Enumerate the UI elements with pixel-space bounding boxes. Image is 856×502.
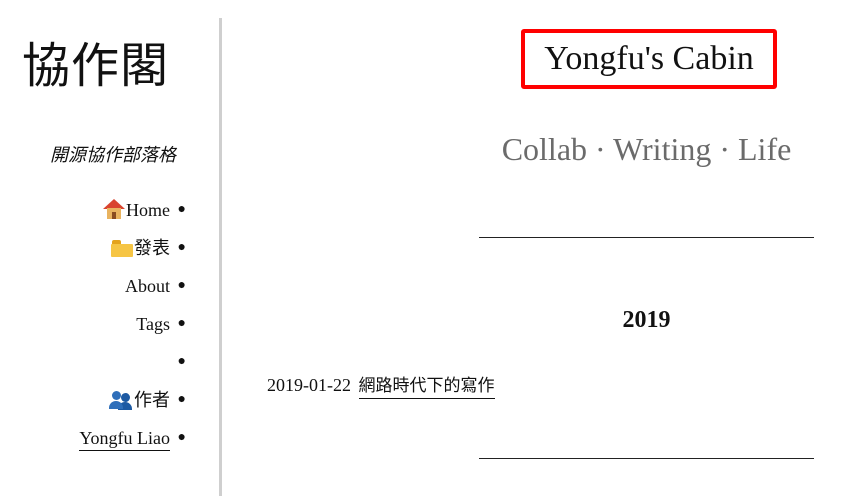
list-bullet: ● [177, 278, 186, 293]
sidebar-nav: Home ● 發表 ● About ● Tags ● ● 作者 ● Yongfu… [79, 196, 186, 462]
nav-link-home[interactable]: Home [103, 199, 170, 220]
site-tagline: 開源協作部落格 [50, 145, 176, 166]
nav-link-tags[interactable]: Tags [136, 314, 170, 334]
sidebar-divider [219, 18, 222, 496]
divider-bottom [479, 458, 814, 459]
nav-item-home[interactable]: Home ● [79, 196, 186, 234]
post-date: 2019-01-22 [267, 375, 351, 395]
nav-item-tags[interactable]: Tags ● [79, 310, 186, 348]
nav-link-author[interactable]: 作者 [109, 390, 170, 411]
nav-link-about[interactable]: About [125, 276, 170, 296]
post-list-item: 2019-01-22 網路時代下的寫作 [267, 372, 495, 399]
divider-top [479, 237, 814, 238]
list-bullet: ● [177, 202, 186, 217]
list-bullet: ● [177, 354, 186, 369]
nav-label-home: Home [126, 200, 170, 220]
site-title[interactable]: Yongfu's Cabin [544, 37, 754, 81]
nav-item-author[interactable]: 作者 ● [79, 386, 186, 424]
people-icon [109, 390, 133, 410]
site-logo[interactable]: 協作閣 [22, 34, 169, 98]
list-bullet: ● [177, 316, 186, 331]
site-subtitle: Collab · Writing · Life [501, 131, 792, 167]
nav-item-about[interactable]: About ● [79, 272, 186, 310]
folder-icon [111, 240, 133, 257]
post-title-link[interactable]: 網路時代下的寫作 [358, 376, 495, 399]
archive-year-heading: 2019 [622, 307, 671, 333]
list-bullet: ● [177, 240, 186, 255]
nav-item-posts[interactable]: 發表 ● [79, 234, 186, 272]
sidebar: 協作閣 開源協作部落格 Home ● 發表 ● About ● Tags ● ●… [0, 0, 220, 502]
list-bullet: ● [177, 392, 186, 407]
nav-label-author: 作者 [134, 390, 170, 411]
nav-link-profile[interactable]: Yongfu Liao [79, 428, 170, 451]
nav-label-posts: 發表 [134, 238, 170, 259]
nav-item-profile[interactable]: Yongfu Liao ● [79, 424, 186, 462]
list-bullet: ● [177, 430, 186, 445]
site-title-highlight: Yongfu's Cabin [521, 29, 777, 89]
nav-link-posts[interactable]: 發表 [111, 238, 170, 259]
house-icon [103, 199, 125, 219]
nav-item-empty: ● [79, 348, 186, 386]
